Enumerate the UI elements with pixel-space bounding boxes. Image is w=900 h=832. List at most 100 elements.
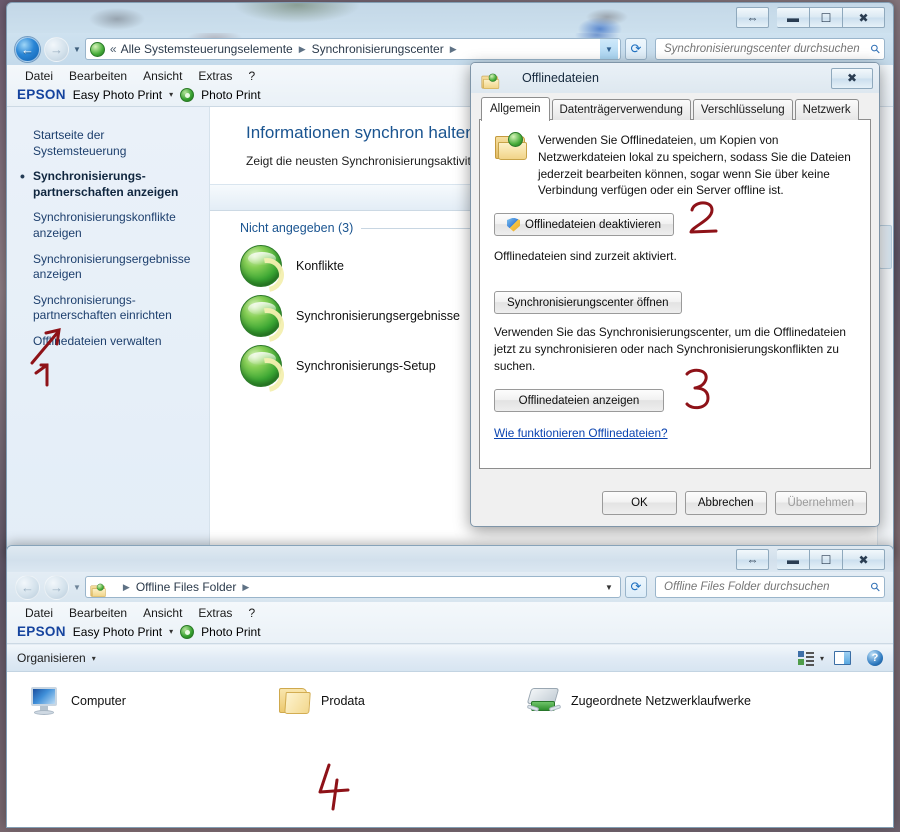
sidebar-item-manage-offline-files[interactable]: Offlinedateien verwalten	[7, 329, 209, 355]
sidebar-item-view-sync-results[interactable]: Synchronisierungsergebnisse anzeigen	[7, 247, 209, 288]
close-icon[interactable]: ✖	[843, 7, 885, 28]
ok-button[interactable]: OK	[601, 491, 677, 515]
sidebar-item-setup-sync-partnerships[interactable]: Synchronisierungs-partnerschaften einric…	[7, 288, 209, 329]
menu-help[interactable]: ?	[240, 68, 263, 84]
offline-files-dialog[interactable]: Offlinedateien ✖ Allgemein Datenträgerve…	[470, 62, 880, 527]
address-dropdown-icon[interactable]: ▼	[600, 39, 618, 59]
uac-shield-icon	[507, 217, 520, 232]
search-input[interactable]: ⚲	[655, 576, 885, 598]
epson-logo: EPSON	[17, 87, 66, 102]
help-icon[interactable]: ?	[867, 650, 883, 666]
back-arrow-icon[interactable]: ←	[15, 574, 40, 600]
chevron-down-icon[interactable]: ▾	[169, 90, 173, 99]
breadcrumb-separator-icon-2[interactable]: ▶	[238, 582, 253, 593]
window2-menubar[interactable]: Datei Bearbeiten Ansicht Extras ?	[7, 602, 893, 623]
chevron-down-icon[interactable]: ▼	[73, 45, 81, 54]
sidebar-item-view-sync-partnerships[interactable]: Synchronisierungs-partnerschaften anzeig…	[7, 164, 209, 205]
menu-ansicht[interactable]: Ansicht	[135, 68, 190, 84]
sidebar-item-control-panel-home[interactable]: Startseite der Systemsteuerung	[7, 123, 209, 164]
forward-arrow-icon[interactable]: →	[44, 36, 69, 62]
minimize-icon[interactable]: ▬	[777, 7, 810, 28]
restore-down-icon[interactable]: ⇔	[736, 7, 769, 28]
menu-bearbeiten[interactable]: Bearbeiten	[61, 605, 135, 621]
window1-titlebar[interactable]: ⇔ ▬ ☐ ✖	[7, 3, 893, 33]
sidebar-item-view-sync-conflicts[interactable]: Synchronisierungskonflikte anzeigen	[7, 205, 209, 246]
list-item[interactable]: Computer	[7, 686, 277, 716]
refresh-icon[interactable]: ⟳	[625, 576, 647, 598]
restore-down-icon[interactable]: ⇔	[736, 549, 769, 570]
window2-navigation-row[interactable]: ← → ▼ ▶ Offline Files Folder ▶ ▼ ⟳ ⚲	[7, 572, 893, 602]
tab-netzwerk[interactable]: Netzwerk	[794, 99, 859, 120]
easy-photo-print-button[interactable]: Easy Photo Print	[73, 88, 162, 102]
dialog-tabs[interactable]: Allgemein Datenträgerverwendung Verschlü…	[479, 97, 871, 121]
offline-files-folder-icon	[90, 583, 106, 597]
menu-extras[interactable]: Extras	[190, 605, 240, 621]
refresh-icon[interactable]: ⟳	[625, 38, 647, 60]
address-bar[interactable]: « Alle Systemsteuerungselemente ▶ Synchr…	[84, 38, 621, 60]
dialog-titlebar[interactable]: Offlinedateien ✖	[471, 63, 879, 93]
close-icon[interactable]: ✖	[843, 549, 885, 570]
navigation-pane[interactable]: Startseite der Systemsteuerung Synchroni…	[7, 107, 210, 556]
disable-offline-files-row: Offlinedateien deaktivieren	[494, 213, 856, 236]
file-list-area[interactable]: Computer Prodata Zugeordnete Netzwerklau…	[7, 672, 893, 827]
offline-files-folder-window[interactable]: ⇔ ▬ ☐ ✖ ← → ▼ ▶ Offline Files Folder ▶ ▼…	[6, 545, 894, 828]
chevron-down-icon[interactable]: ▾	[169, 627, 173, 636]
chevron-down-icon[interactable]: ▾	[820, 654, 824, 663]
window1-controls[interactable]: ⇔ ▬ ☐ ✖	[736, 7, 885, 28]
search-field[interactable]	[664, 43, 872, 55]
offline-files-folder-icon	[494, 132, 528, 162]
photo-print-button[interactable]: Photo Print	[201, 88, 260, 102]
window2-titlebar[interactable]: ⇔ ▬ ☐ ✖	[7, 546, 893, 572]
help-link-row: Wie funktionieren Offlinedateien?	[494, 426, 668, 440]
search-field[interactable]	[664, 581, 872, 593]
breadcrumb-separator-icon[interactable]: ▶	[295, 44, 310, 55]
address-bar[interactable]: ▶ Offline Files Folder ▶ ▼	[84, 576, 621, 598]
menu-ansicht[interactable]: Ansicht	[135, 605, 190, 621]
photo-print-button[interactable]: Photo Print	[201, 625, 260, 639]
menu-extras[interactable]: Extras	[190, 68, 240, 84]
change-view-icon[interactable]	[797, 651, 814, 666]
scrollbar-thumb[interactable]	[879, 225, 892, 269]
disable-offline-files-button[interactable]: Offlinedateien deaktivieren	[494, 213, 674, 236]
forward-arrow-icon[interactable]: →	[44, 574, 69, 600]
address-dropdown-icon[interactable]: ▼	[600, 577, 618, 597]
open-sync-center-row: Synchronisierungscenter öffnen	[494, 291, 856, 315]
tab-verschluesselung[interactable]: Verschlüsselung	[692, 99, 793, 120]
open-sync-center-button[interactable]: Synchronisierungscenter öffnen	[494, 291, 682, 315]
view-offline-files-button[interactable]: Offlinedateien anzeigen	[494, 389, 664, 413]
maximize-icon[interactable]: ☐	[810, 549, 843, 570]
breadcrumb-item-offline-files-folder[interactable]: Offline Files Folder	[134, 580, 238, 594]
organize-button[interactable]: Organisieren ▾	[17, 651, 96, 665]
chevron-down-icon[interactable]: ▼	[73, 583, 81, 592]
breadcrumb-overflow[interactable]: «	[108, 42, 119, 56]
menu-help[interactable]: ?	[240, 605, 263, 621]
window2-menu-area: Datei Bearbeiten Ansicht Extras ? EPSON …	[7, 602, 893, 644]
window1-navigation-row[interactable]: ← → ▼ « Alle Systemsteuerungselemente ▶ …	[7, 33, 893, 65]
close-icon[interactable]: ✖	[831, 67, 873, 89]
maximize-icon[interactable]: ☐	[810, 7, 843, 28]
window2-controls[interactable]: ⇔ ▬ ☐ ✖	[736, 549, 885, 570]
command-bar[interactable]: Organisieren ▾ ▾ ?	[7, 644, 893, 672]
disable-offline-files-label: Offlinedateien deaktivieren	[525, 218, 661, 231]
breadcrumb-item-all-control-panel[interactable]: Alle Systemsteuerungselemente	[119, 42, 295, 56]
list-item[interactable]: Zugeordnete Netzwerklaufwerke	[526, 686, 751, 716]
easy-photo-print-button[interactable]: Easy Photo Print	[73, 625, 162, 639]
menu-datei[interactable]: Datei	[17, 68, 61, 84]
cancel-button[interactable]: Abbrechen	[684, 491, 767, 515]
tab-datentraegerverwendung[interactable]: Datenträgerverwendung	[551, 99, 691, 120]
window2-epson-toolbar[interactable]: EPSON Easy Photo Print ▾ Photo Print	[7, 623, 893, 643]
breadcrumb-item-sync-center[interactable]: Synchronisierungscenter	[310, 42, 446, 56]
search-input[interactable]: ⚲	[655, 38, 885, 60]
tab-allgemein[interactable]: Allgemein	[481, 97, 550, 121]
breadcrumb-separator-icon[interactable]: ▶	[119, 582, 134, 593]
apply-button: Übernehmen	[774, 491, 867, 515]
minimize-icon[interactable]: ▬	[777, 549, 810, 570]
menu-bearbeiten[interactable]: Bearbeiten	[61, 68, 135, 84]
back-arrow-icon[interactable]: ←	[15, 36, 40, 62]
how-offline-files-work-link[interactable]: Wie funktionieren Offlinedateien?	[494, 426, 668, 440]
list-item[interactable]: Prodata	[277, 686, 527, 716]
breadcrumb-separator-icon-2[interactable]: ▶	[446, 44, 461, 55]
preview-pane-icon[interactable]	[834, 651, 851, 665]
sync-center-description: Verwenden Sie das Synchronisierungscente…	[494, 325, 846, 374]
menu-datei[interactable]: Datei	[17, 605, 61, 621]
